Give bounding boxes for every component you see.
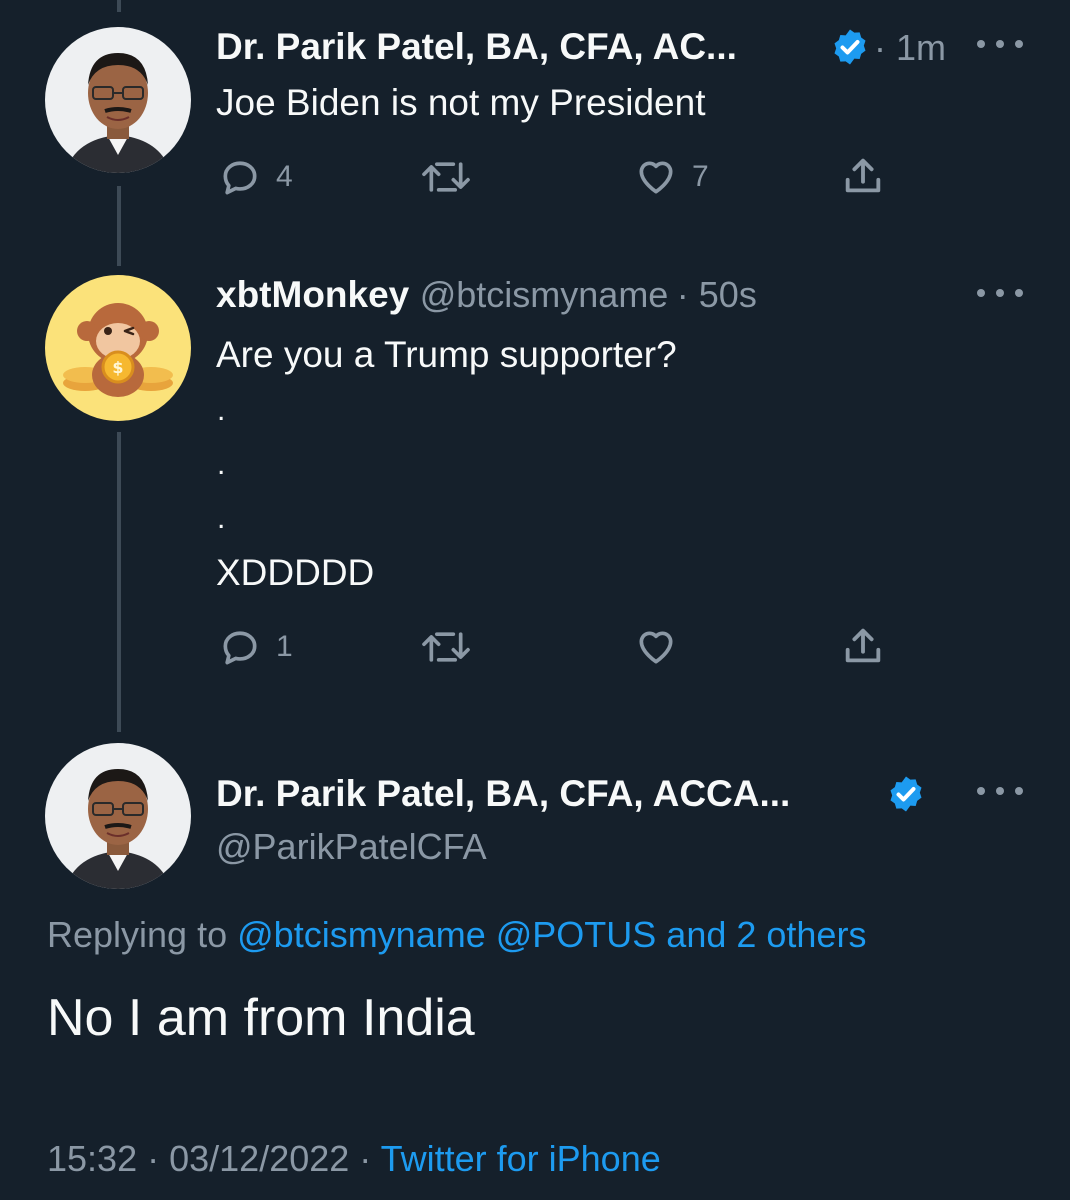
tweet2-share-button[interactable]: [840, 623, 886, 669]
tweet1-like-button[interactable]: 7: [634, 155, 709, 199]
tweet1-like-count: 7: [692, 160, 709, 193]
main-author-name[interactable]: Dr. Parik Patel, BA, CFA, ACCA...: [216, 773, 790, 815]
tweet1-timestamp[interactable]: · 1m: [874, 27, 946, 69]
main-author-handle[interactable]: @ParikPatelCFA: [216, 826, 487, 868]
replying-to-prefix: Replying to: [47, 914, 228, 955]
main-tweet-meta: 15:32 · 03/12/2022 · Twitter for iPhone: [47, 1138, 661, 1180]
main-avatar-parik-patel[interactable]: [45, 743, 191, 889]
tweet1-author-name[interactable]: Dr. Parik Patel, BA, CFA, AC...: [216, 26, 737, 68]
tweet1-more-options-icon[interactable]: [977, 34, 1023, 54]
tweet2-reply-count: 1: [276, 630, 293, 663]
retweet-icon: [422, 162, 470, 192]
tweet2-dot-1: .: [217, 394, 226, 427]
main-more-options-icon[interactable]: [977, 781, 1023, 801]
thread-line-2: [117, 432, 121, 732]
reply-icon: [223, 631, 257, 665]
main-tweet-text: No I am from India: [47, 989, 475, 1047]
thread-line-top: [117, 0, 121, 12]
tweet2-text: Are you a Trump supporter?: [216, 334, 677, 375]
tweet1-reply-button[interactable]: 4: [218, 155, 293, 199]
replying-to-line: Replying to @btcismyname @POTUS and 2 ot…: [47, 914, 866, 956]
tweet2-author-handle[interactable]: @btcismyname: [420, 274, 669, 315]
tweet2-dot-2: .: [217, 448, 226, 481]
heart-icon: [639, 161, 673, 194]
svg-text:$: $: [112, 358, 123, 377]
tweet2-reply-button[interactable]: 1: [218, 625, 293, 669]
tweet2-more-options-icon[interactable]: [977, 283, 1023, 303]
avatar-xbtmonkey[interactable]: $: [45, 275, 191, 421]
heart-icon: [639, 631, 673, 664]
main-tweet-source-link[interactable]: Twitter for iPhone: [381, 1138, 661, 1179]
thread-line-1: [117, 186, 121, 266]
verified-badge-icon: [834, 29, 866, 65]
tweet1-retweet-button[interactable]: [420, 155, 472, 199]
share-icon: [845, 158, 881, 193]
verified-badge-icon: [890, 776, 922, 812]
reply-icon: [223, 161, 257, 195]
tweet2-timestamp[interactable]: · 50s: [677, 274, 757, 315]
replying-to-users-link[interactable]: @btcismyname @POTUS and 2 others: [237, 914, 866, 955]
main-tweet-time[interactable]: 15:32: [47, 1138, 137, 1179]
retweet-icon: [422, 632, 470, 662]
tweet2-dot-3: .: [217, 502, 226, 535]
tweet1-reply-count: 4: [276, 160, 293, 193]
tweet2-header: xbtMonkey @btcismyname · 50s: [216, 274, 757, 316]
tweet2-author-name[interactable]: xbtMonkey: [216, 274, 409, 315]
tweet1-text: Joe Biden is not my President: [216, 82, 706, 123]
share-icon: [845, 628, 881, 663]
tweet2-retweet-button[interactable]: [420, 625, 472, 669]
main-tweet-date[interactable]: · 03/12/2022 ·: [147, 1138, 371, 1179]
tweet2-text-xd: XDDDDD: [216, 552, 375, 593]
tweet2-like-button[interactable]: [634, 625, 678, 669]
tweet1-share-button[interactable]: [840, 153, 886, 199]
avatar-parik-patel[interactable]: [45, 27, 191, 173]
